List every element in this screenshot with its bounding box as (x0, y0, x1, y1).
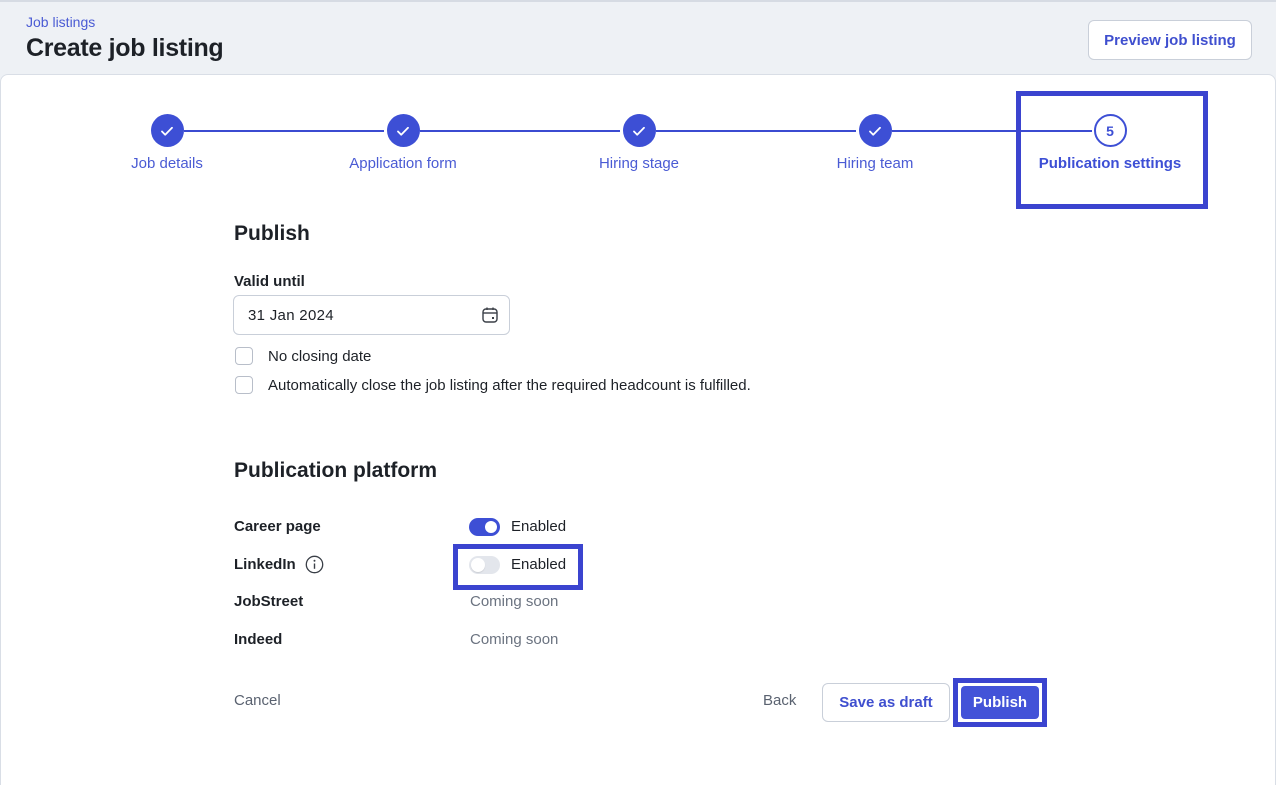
page-title: Create job listing (26, 34, 224, 62)
calendar-icon[interactable] (481, 306, 499, 324)
jobstreet-status: Coming soon (470, 593, 559, 610)
career-page-toggle[interactable] (469, 518, 500, 536)
check-icon (622, 114, 656, 147)
check-icon (858, 114, 892, 147)
step-label: Job details (131, 155, 203, 172)
step-application-form[interactable]: Application form (303, 114, 503, 172)
check-icon (150, 114, 184, 147)
valid-until-label: Valid until (234, 273, 305, 290)
career-page-status: Enabled (511, 518, 567, 535)
platform-indeed: Indeed (234, 631, 283, 648)
back-button[interactable]: Back (763, 692, 796, 709)
platform-career-page: Career page (234, 518, 321, 535)
publication-platform-title: Publication platform (234, 459, 438, 482)
auto-close-label: Automatically close the job listing afte… (268, 376, 751, 394)
breadcrumb-job-listings[interactable]: Job listings (26, 14, 95, 30)
valid-until-date-field[interactable]: 31 Jan 2024 (233, 295, 510, 335)
step-label: Hiring team (836, 155, 914, 172)
indeed-status: Coming soon (470, 631, 559, 648)
no-closing-date-row: No closing date (235, 347, 371, 365)
publish-section-title: Publish (234, 222, 310, 245)
date-value: 31 Jan 2024 (248, 306, 334, 324)
cancel-button[interactable]: Cancel (234, 692, 281, 709)
step-job-details[interactable]: Job details (67, 114, 267, 172)
no-closing-date-label: No closing date (268, 347, 372, 365)
platform-linkedin: LinkedIn (234, 555, 324, 574)
step-label: Hiring stage (598, 155, 680, 172)
save-as-draft-button[interactable]: Save as draft (822, 683, 950, 722)
highlight-box: Publish (953, 678, 1047, 727)
platform-jobstreet: JobStreet (234, 593, 304, 610)
info-icon[interactable] (305, 555, 324, 574)
highlight-box (453, 544, 583, 590)
step-label: Application form (349, 155, 457, 172)
step-hiring-stage[interactable]: Hiring stage (539, 114, 739, 172)
platform-linkedin-label: LinkedIn (234, 556, 296, 573)
check-icon (386, 114, 420, 147)
step-hiring-team[interactable]: Hiring team (775, 114, 975, 172)
publish-button[interactable]: Publish (961, 686, 1039, 719)
highlight-box (1016, 91, 1208, 209)
page-header: Job listings Create job listing Preview … (0, 0, 1276, 76)
auto-close-checkbox[interactable] (235, 376, 253, 394)
preview-job-listing-button[interactable]: Preview job listing (1088, 20, 1252, 60)
no-closing-date-checkbox[interactable] (235, 347, 253, 365)
auto-close-row: Automatically close the job listing afte… (235, 376, 751, 394)
